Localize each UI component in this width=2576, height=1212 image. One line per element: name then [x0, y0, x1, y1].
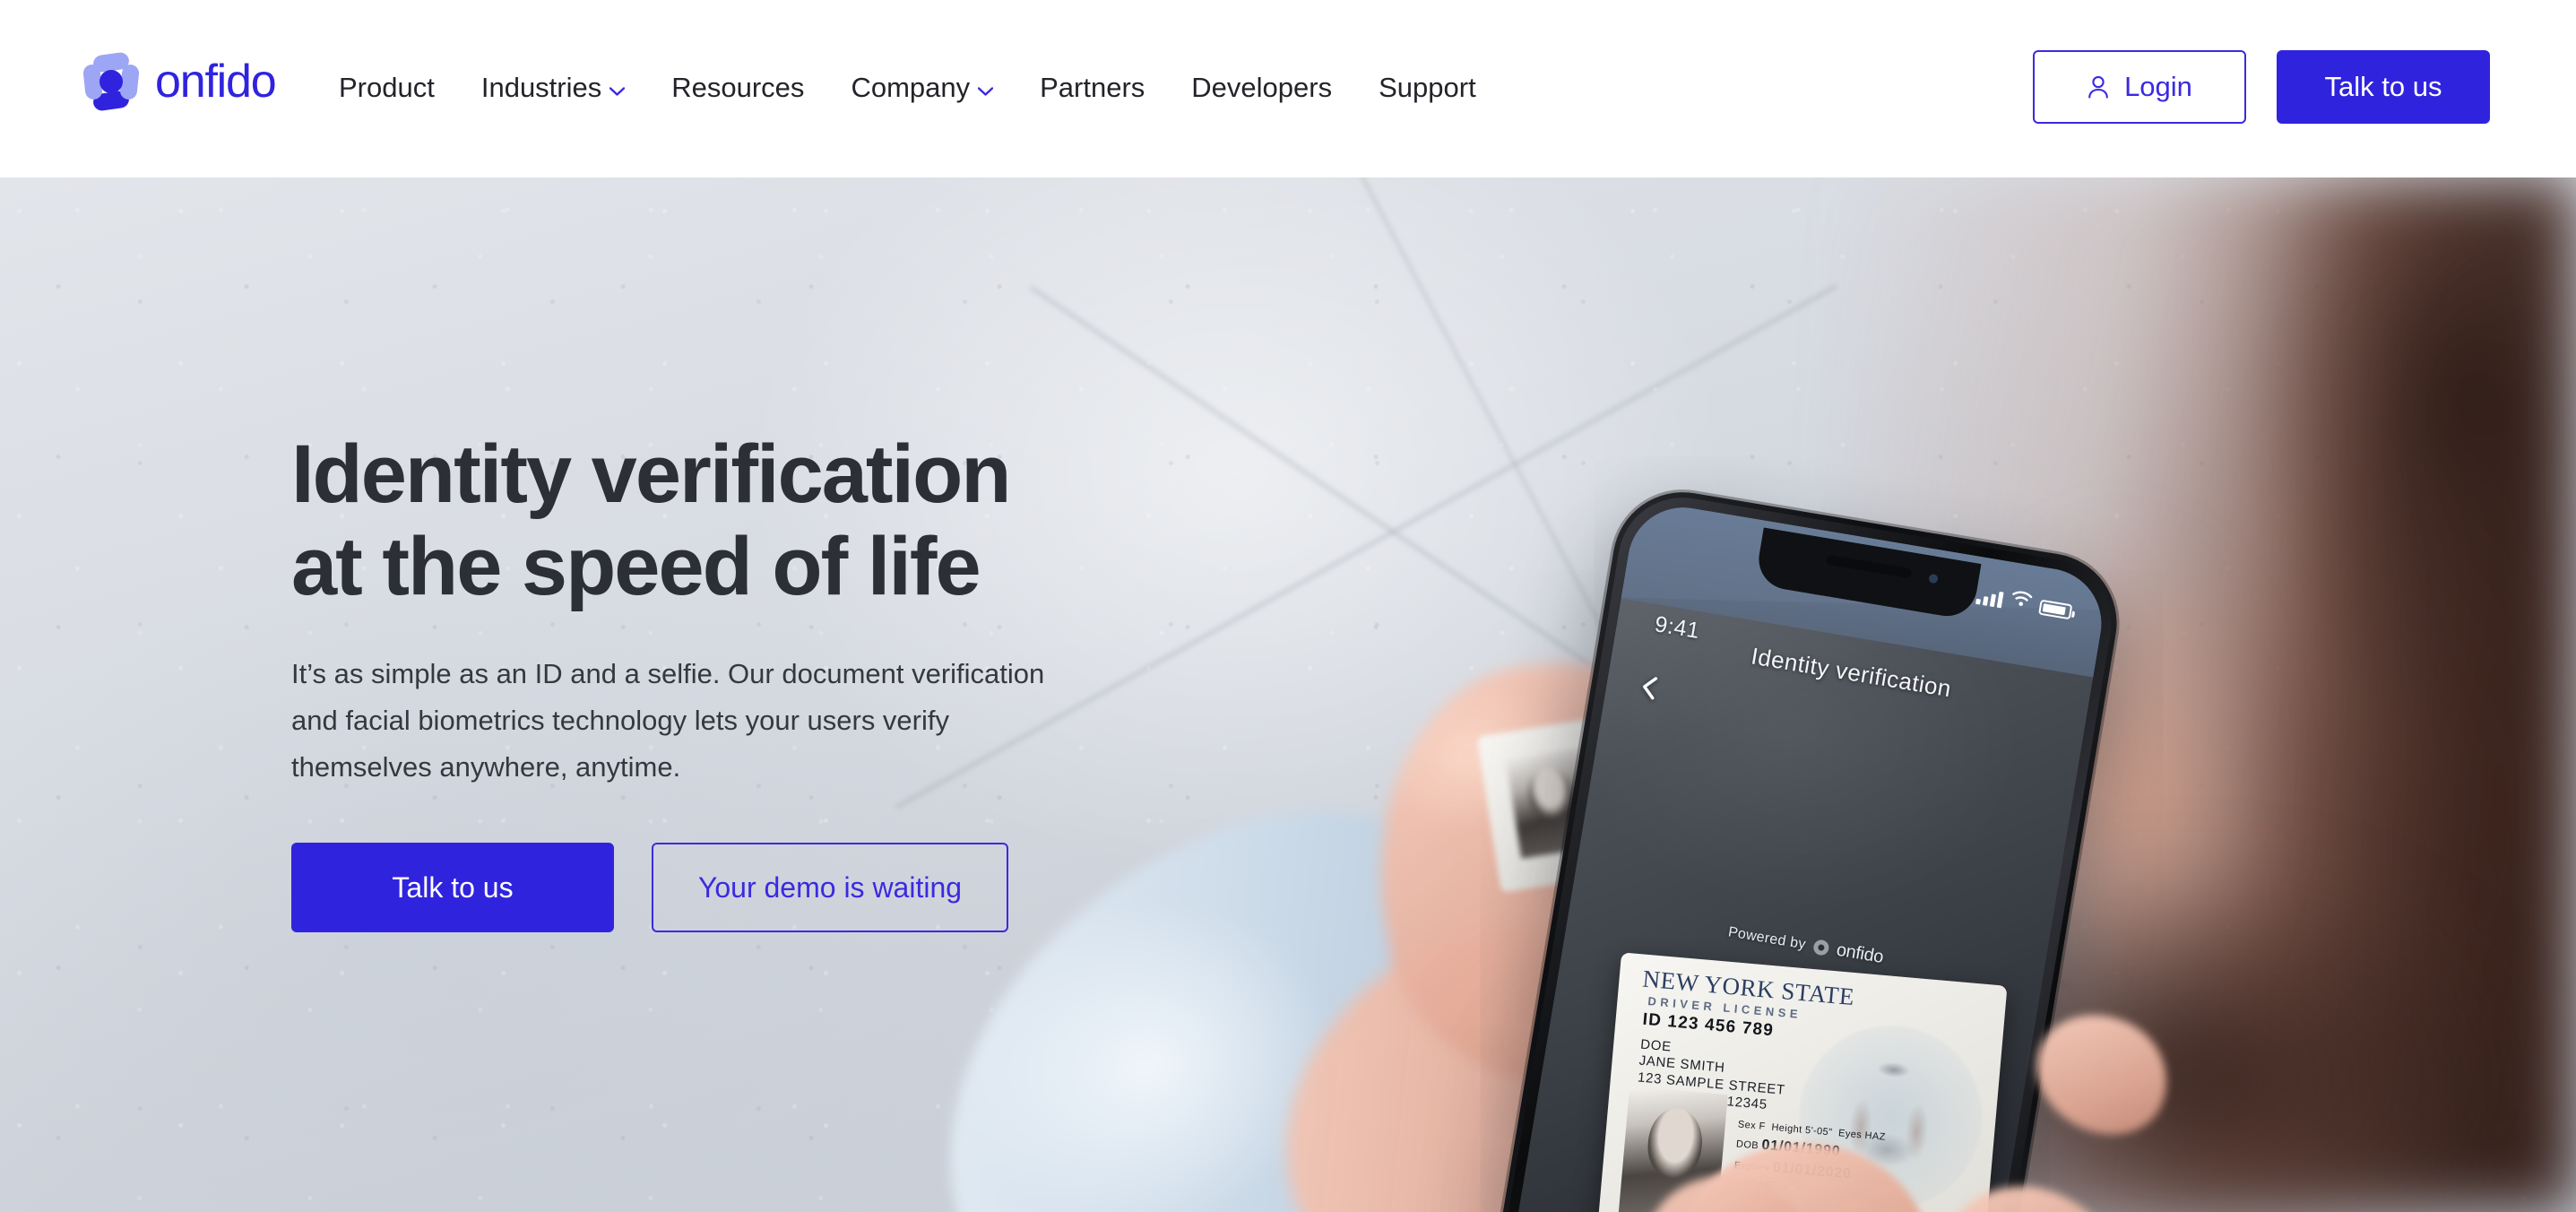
nav-label-developers: Developers — [1191, 72, 1333, 103]
hero-subtitle-line-3: themselves anywhere, anytime. — [291, 751, 681, 783]
hero-title-line-1: Identity verification — [291, 429, 1012, 520]
page-title: Identity verification at the speed of li… — [291, 429, 1188, 613]
nav-label-partners: Partners — [1040, 72, 1145, 103]
onfido-logo-icon — [1812, 939, 1830, 957]
brand-logo-link[interactable]: onfido — [82, 51, 277, 112]
hero-section: 9:41 Identity verification Powered by on… — [0, 177, 2576, 1212]
hero-subtitle-line-1: It’s as simple as an ID and a selfie. Ou… — [291, 658, 1045, 690]
onfido-logo-icon — [82, 51, 140, 112]
brand-name: onfido — [155, 56, 277, 108]
hero-subtitle-line-2: and facial biometrics technology lets yo… — [291, 705, 949, 737]
talk-to-us-hero-label: Talk to us — [392, 870, 514, 904]
license-dob-label: DOB — [1735, 1138, 1759, 1151]
hero-title-line-2: at the speed of life — [291, 521, 981, 613]
license-eyes: Eyes HAZ — [1837, 1128, 1887, 1143]
primary-navigation: Product Industries Resources Company Par… — [339, 68, 1500, 107]
nav-label-company: Company — [851, 72, 971, 103]
chevron-down-icon — [609, 86, 626, 96]
nav-item-company[interactable]: Company — [827, 68, 1016, 107]
nav-item-industries[interactable]: Industries — [458, 68, 648, 107]
talk-to-us-label: Talk to us — [2324, 71, 2442, 102]
nav-label-product: Product — [339, 72, 435, 103]
nav-label-industries: Industries — [480, 72, 602, 103]
nav-label-resources: Resources — [671, 72, 805, 103]
header-actions: Login Talk to us — [2033, 50, 2490, 124]
login-button[interactable]: Login — [2033, 50, 2246, 124]
site-header: onfido Product Industries Resources Comp… — [0, 0, 2576, 177]
talk-to-us-button-header[interactable]: Talk to us — [2277, 50, 2490, 124]
nav-item-support[interactable]: Support — [1355, 68, 1500, 107]
login-button-label: Login — [2124, 71, 2192, 102]
hero-cta-group: Talk to us Your demo is waiting — [291, 843, 1188, 933]
user-icon — [2087, 74, 2110, 100]
hero-subtitle: It’s as simple as an ID and a selfie. Ou… — [291, 651, 1089, 791]
back-chevron-icon[interactable] — [1635, 672, 1666, 704]
wifi-icon — [2009, 589, 2033, 613]
hero-copy: Identity verification at the speed of li… — [291, 429, 1188, 933]
nav-item-product[interactable]: Product — [339, 68, 458, 107]
nav-item-developers[interactable]: Developers — [1168, 68, 1355, 107]
license-sex: Sex F — [1737, 1119, 1767, 1132]
nav-label-support: Support — [1379, 72, 1476, 103]
demo-button-label: Your demo is waiting — [697, 870, 963, 904]
chevron-down-icon — [978, 86, 994, 96]
talk-to-us-button-hero[interactable]: Talk to us — [291, 843, 614, 933]
nav-item-partners[interactable]: Partners — [1016, 68, 1168, 107]
nav-item-resources[interactable]: Resources — [648, 68, 827, 107]
demo-button[interactable]: Your demo is waiting — [652, 843, 1008, 933]
